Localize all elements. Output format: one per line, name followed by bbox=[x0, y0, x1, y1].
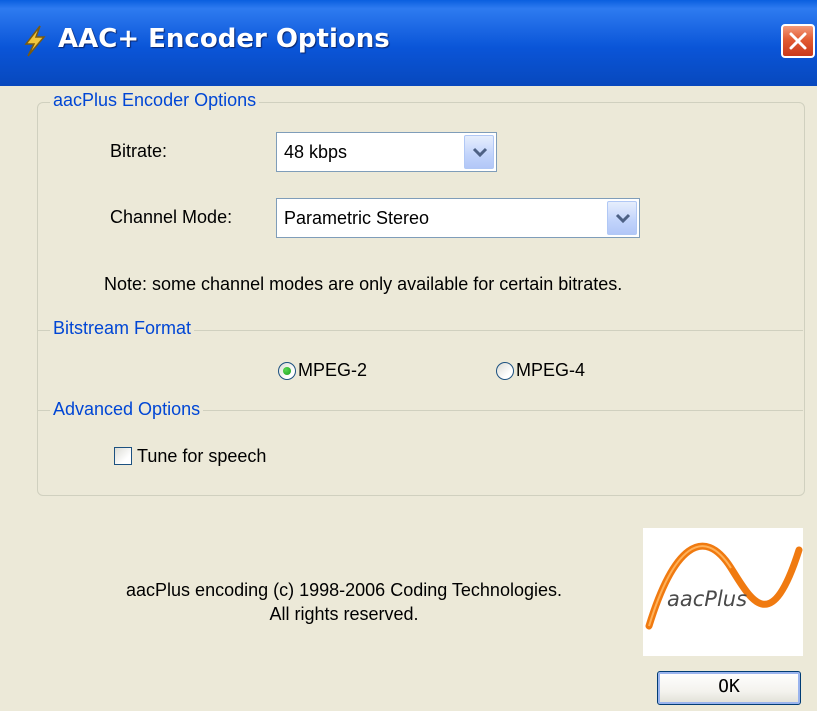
copyright-line-1: aacPlus encoding (c) 1998-2006 Coding Te… bbox=[126, 580, 562, 600]
bitrate-label: Bitrate: bbox=[110, 141, 168, 161]
channel-mode-note: Note: some channel modes are only availa… bbox=[104, 274, 623, 294]
mpeg4-radio[interactable] bbox=[496, 362, 514, 380]
channel-mode-dropdown-button[interactable] bbox=[607, 201, 637, 235]
bitrate-dropdown-button[interactable] bbox=[464, 135, 494, 169]
bitstream-format-label: Bitstream Format bbox=[50, 318, 195, 339]
tune-for-speech-checkbox[interactable] bbox=[114, 447, 132, 465]
title-bar[interactable]: AAC+ Encoder Options bbox=[0, 0, 817, 86]
tune-for-speech-label[interactable]: Tune for speech bbox=[137, 446, 266, 467]
logo-text: aacPlus bbox=[667, 587, 747, 611]
channel-mode-select[interactable]: Parametric Stereo bbox=[276, 198, 640, 238]
dialog-window: AAC+ Encoder Options aacPlus Encoder Opt… bbox=[0, 0, 817, 711]
close-icon bbox=[789, 32, 807, 50]
mpeg2-radio-label[interactable]: MPEG-2 bbox=[298, 360, 367, 381]
lightning-bolt-icon bbox=[18, 24, 52, 58]
channel-mode-label: Channel Mode: bbox=[110, 207, 233, 227]
bitrate-select-value: 48 kbps bbox=[284, 142, 348, 162]
chevron-down-icon bbox=[472, 147, 488, 158]
copyright-text: aacPlus encoding (c) 1998-2006 Coding Te… bbox=[60, 578, 628, 626]
mpeg4-radio-label[interactable]: MPEG-4 bbox=[516, 360, 585, 381]
copyright-line-2: All rights reserved. bbox=[269, 604, 419, 624]
chevron-down-icon bbox=[615, 213, 631, 224]
close-button[interactable] bbox=[781, 24, 815, 58]
window-title: AAC+ Encoder Options bbox=[58, 24, 390, 54]
aacplus-logo: aacPlus bbox=[643, 528, 803, 656]
channel-mode-select-value: Parametric Stereo bbox=[284, 208, 430, 228]
mpeg2-radio[interactable] bbox=[278, 362, 296, 380]
advanced-options-label: Advanced Options bbox=[50, 399, 204, 420]
bitrate-select[interactable]: 48 kbps bbox=[276, 132, 497, 172]
encoder-options-group-label: aacPlus Encoder Options bbox=[50, 90, 260, 111]
ok-button[interactable]: OK bbox=[657, 671, 801, 705]
radio-selected-dot bbox=[283, 367, 291, 375]
